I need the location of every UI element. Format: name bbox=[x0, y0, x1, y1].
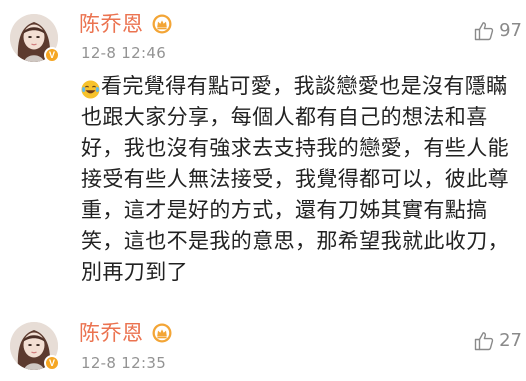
vip-crown-icon[interactable] bbox=[152, 14, 172, 34]
comment-line: 看完覺得有點可愛，我談戀愛也是沒有隱瞞 bbox=[81, 71, 513, 102]
weibo-comment-list: V 陈乔恩 12-8 12:46 97 看完覺得有點可愛，我談戀愛也是沒有隱瞞 … bbox=[0, 0, 526, 381]
avatar[interactable]: V bbox=[10, 322, 60, 371]
comment-line: 接受有些人無法接受，我覺得都可以，彼此尊 bbox=[81, 167, 509, 191]
comment-line: 也跟大家分享，每個人都有自己的想法和喜 bbox=[81, 105, 488, 129]
comment-item: V 陈乔恩 12-8 12:35 27 bbox=[0, 306, 526, 381]
like-button[interactable]: 27 bbox=[473, 329, 522, 353]
like-count: 27 bbox=[499, 330, 522, 351]
comment-timestamp: 12-8 12:46 bbox=[81, 44, 167, 62]
comment-item: V 陈乔恩 12-8 12:46 97 看完覺得有點可愛，我談戀愛也是沒有隱瞞 … bbox=[0, 0, 526, 306]
comment-line: 重，這才是好的方式，還有刀姊其實有點搞 bbox=[81, 198, 488, 222]
comment-timestamp: 12-8 12:35 bbox=[81, 354, 167, 372]
username-row: 陈乔恩 bbox=[79, 11, 172, 37]
username-link[interactable]: 陈乔恩 bbox=[79, 320, 144, 346]
comment-line: 別再刀到了 bbox=[81, 260, 188, 284]
comment-text: 看完覺得有點可愛，我談戀愛也是沒有隱瞞 也跟大家分享，每個人都有自己的想法和喜 … bbox=[81, 71, 513, 288]
vip-crown-icon[interactable] bbox=[152, 323, 172, 343]
comment-line: 笑，這也不是我的意思，那希望我就此收刀， bbox=[81, 229, 509, 253]
laughing-tears-emoji-icon bbox=[81, 77, 100, 99]
thumbs-up-icon bbox=[474, 22, 494, 41]
username-row: 陈乔恩 bbox=[79, 320, 172, 346]
verified-badge-icon: V bbox=[44, 355, 60, 371]
comment-line: 好，我也沒有強求去支持我的戀愛，有些人能 bbox=[81, 136, 509, 160]
like-count: 97 bbox=[499, 20, 522, 41]
avatar[interactable]: V bbox=[10, 14, 60, 63]
verified-badge-icon: V bbox=[44, 47, 60, 63]
username-link[interactable]: 陈乔恩 bbox=[79, 11, 144, 37]
like-button[interactable]: 97 bbox=[473, 19, 522, 43]
thumbs-up-icon bbox=[474, 332, 494, 351]
